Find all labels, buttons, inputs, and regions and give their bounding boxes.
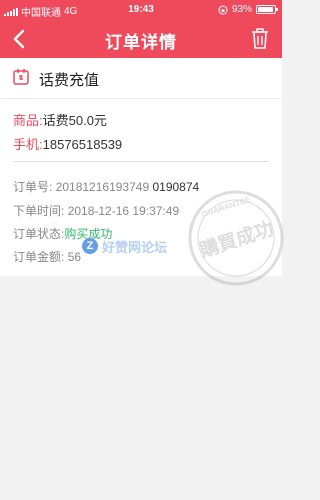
back-chevron-icon[interactable] <box>8 26 32 52</box>
battery-icon <box>256 5 278 14</box>
divider <box>13 161 269 162</box>
order-no-value-a: 20181216193749 <box>55 180 150 194</box>
order-time-row: 下单时间: 2018-12-16 19:37:49 <box>13 202 179 219</box>
order-time-label: 下单时间: <box>13 204 65 218</box>
nav-bar: 订单详情 <box>0 20 282 58</box>
page-title: 订单详情 <box>105 33 177 52</box>
phone-value: 18576518539 <box>42 137 123 152</box>
order-state-label: 订单状态: <box>13 227 65 241</box>
forum-logo-icon: Z <box>82 238 98 254</box>
order-no-row: 订单号: 20181216193749 0190874 <box>13 178 199 195</box>
goods-label: 商品: <box>13 113 43 128</box>
order-time-value: 2018-12-16 19:37:49 <box>67 204 180 218</box>
phone-label: 手机: <box>13 137 43 152</box>
stamp-text: 購買成功 <box>197 217 276 262</box>
stamp-ring-text: GUARANTEE <box>200 195 252 219</box>
order-amount-row: 订单金额: 56 <box>13 248 81 265</box>
purchase-success-stamp: GUARANTEE 購買成功 <box>188 190 284 286</box>
goods-row: 商品:话费50.0元 <box>13 110 107 129</box>
phone-recharge-icon <box>13 69 29 85</box>
product-header: 话费充值 <box>0 58 282 99</box>
order-amount-value: 56 <box>67 250 82 264</box>
order-amount-label: 订单金额: <box>13 250 65 264</box>
trash-icon[interactable] <box>250 27 270 51</box>
rotation-lock-icon <box>218 5 228 14</box>
forum-watermark-text: 好赞网论坛 <box>102 239 168 255</box>
status-bar: 中国联通 4G 19:43 93% <box>0 0 282 20</box>
battery-percent: 93% <box>231 4 252 15</box>
order-no-label: 订单号: <box>13 180 53 194</box>
phone-row: 手机:18576518539 <box>13 134 122 153</box>
status-right: 93% <box>218 4 278 15</box>
goods-value: 话费50.0元 <box>42 113 107 128</box>
product-title: 话费充值 <box>39 72 100 89</box>
